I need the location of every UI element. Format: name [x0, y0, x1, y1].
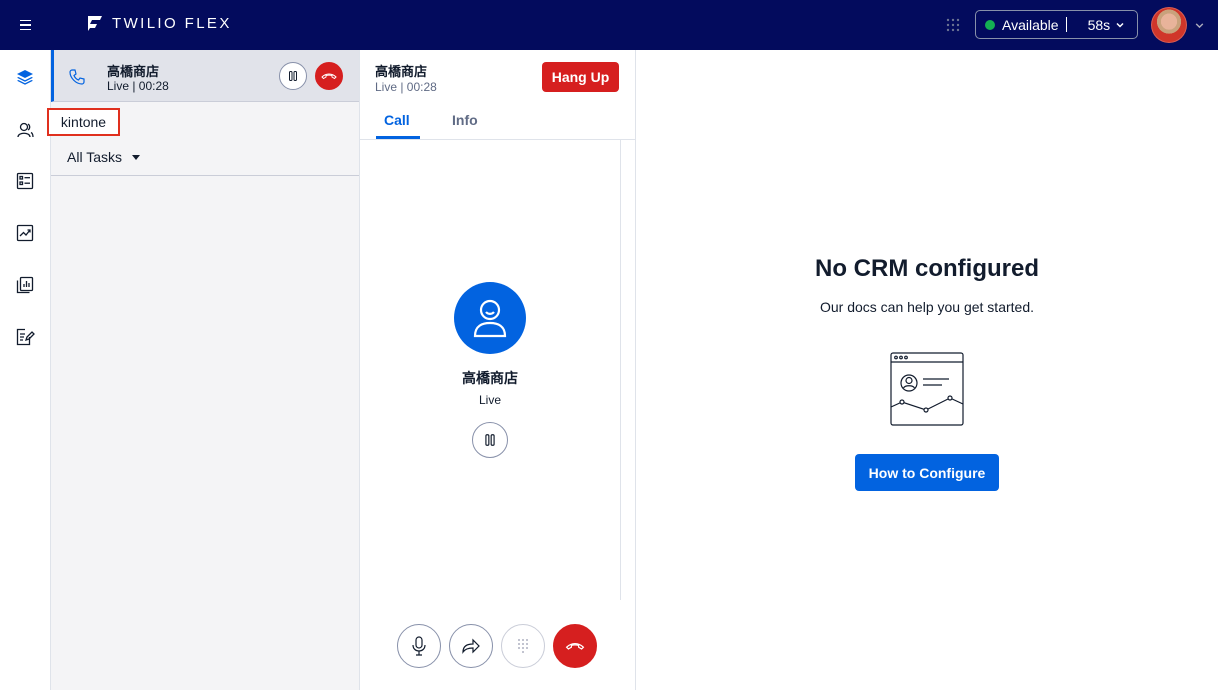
queues-icon[interactable] — [15, 171, 35, 191]
edit-icon[interactable] — [15, 327, 35, 347]
brand-text: TWILIO FLEX — [112, 14, 232, 32]
filter-label: All Tasks — [67, 149, 122, 165]
caller-avatar — [454, 282, 526, 354]
caller-display-name: 高橋商店 — [462, 370, 518, 386]
hang-up-button[interactable]: Hang Up — [542, 62, 619, 92]
crm-illustration-icon — [890, 352, 964, 426]
chevron-down-icon — [1116, 22, 1124, 28]
contacts-icon[interactable] — [15, 120, 35, 140]
status-separator — [1065, 17, 1067, 32]
divider — [51, 175, 359, 176]
call-canvas: 高橋商店 Live | 00:28 Hang Up Call Info 高橋商店… — [360, 50, 636, 690]
transfer-button[interactable] — [449, 624, 493, 668]
tab-info[interactable]: Info — [452, 112, 478, 128]
caller-name: 高橋商店 — [375, 64, 428, 79]
scrollbar[interactable] — [620, 140, 621, 600]
tab-call[interactable]: Call — [384, 112, 410, 128]
status-dot — [985, 19, 995, 30]
crm-title: No CRM configured — [815, 255, 1039, 282]
task-list-panel: 高橋商店 Live | 00:28 kintone All Tasks — [47, 50, 360, 690]
analytics-icon[interactable] — [15, 223, 35, 243]
user-icon — [473, 299, 507, 338]
hold-button[interactable] — [472, 422, 508, 458]
dialpad-icon — [518, 639, 528, 653]
kintone-label[interactable]: kintone — [47, 108, 120, 136]
task-name: 高橋商店 — [107, 64, 160, 79]
pause-icon — [485, 434, 495, 446]
flex-logo-icon — [88, 16, 102, 31]
how-to-configure-button[interactable]: How to Configure — [855, 454, 999, 491]
status-label: Available — [1002, 16, 1059, 33]
hang-up-button[interactable] — [315, 62, 343, 90]
mute-button[interactable] — [397, 624, 441, 668]
activity-status-selector[interactable]: Available 58s — [975, 10, 1138, 39]
hamburger-menu-icon[interactable] — [14, 15, 36, 35]
layers-icon[interactable] — [15, 67, 35, 87]
dialpad-button[interactable] — [501, 624, 545, 668]
caller-display-status: Live — [478, 393, 501, 407]
crm-container: No CRM configured Our docs can help you … — [636, 50, 1218, 690]
phone-icon — [69, 69, 85, 85]
call-status: Live | 00:28 — [375, 80, 437, 94]
side-nav — [0, 50, 51, 690]
hang-up-icon — [321, 73, 337, 80]
reports-icon[interactable] — [15, 275, 35, 295]
top-bar: TWILIO FLEX Available 58s — [0, 0, 1218, 50]
caret-down-icon — [131, 154, 140, 160]
hang-up-icon — [565, 643, 585, 650]
chevron-down-icon[interactable] — [1194, 20, 1205, 31]
user-avatar[interactable] — [1151, 7, 1187, 43]
task-card[interactable]: 高橋商店 Live | 00:28 — [51, 50, 359, 102]
hold-button[interactable] — [279, 62, 307, 90]
microphone-icon — [412, 636, 426, 656]
status-timer: 58s — [1087, 16, 1111, 33]
tabs-divider — [360, 139, 635, 140]
task-status: Live | 00:28 — [107, 79, 169, 93]
task-filter[interactable]: All Tasks — [67, 149, 140, 165]
dialpad-icon[interactable] — [945, 17, 961, 33]
end-call-button[interactable] — [553, 624, 597, 668]
brand: TWILIO FLEX — [86, 14, 232, 32]
forward-icon — [462, 638, 480, 654]
pause-icon — [289, 71, 297, 81]
crm-subtitle: Our docs can help you get started. — [819, 299, 1034, 315]
